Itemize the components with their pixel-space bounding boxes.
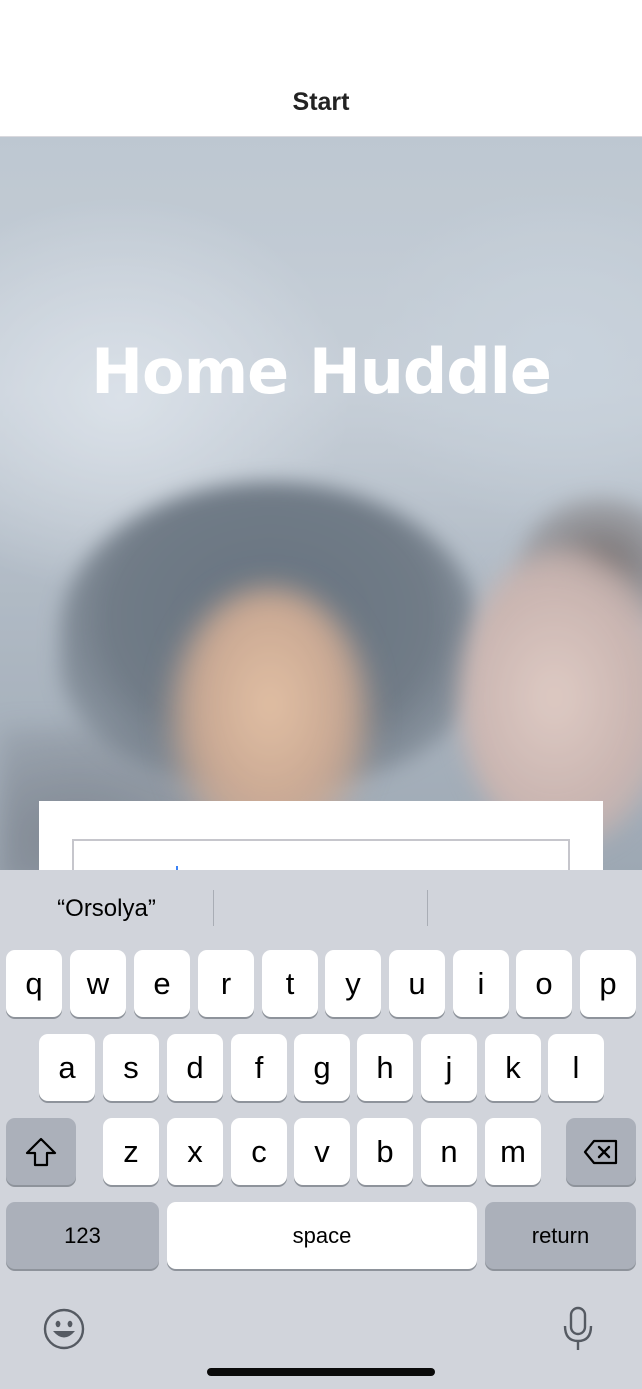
key-n[interactable]: n bbox=[421, 1118, 477, 1185]
key-z[interactable]: z bbox=[103, 1118, 159, 1185]
key-l[interactable]: l bbox=[548, 1034, 604, 1101]
shift-key[interactable] bbox=[6, 1118, 76, 1185]
key-s[interactable]: s bbox=[103, 1034, 159, 1101]
key-a[interactable]: a bbox=[39, 1034, 95, 1101]
key-j[interactable]: j bbox=[421, 1034, 477, 1101]
key-b[interactable]: b bbox=[357, 1118, 413, 1185]
microphone-icon[interactable] bbox=[556, 1304, 600, 1354]
key-r[interactable]: r bbox=[198, 950, 254, 1017]
key-f[interactable]: f bbox=[231, 1034, 287, 1101]
suggestion-1[interactable]: “Orsolya” bbox=[0, 870, 213, 946]
emoji-icon[interactable] bbox=[40, 1306, 88, 1352]
key-d[interactable]: d bbox=[167, 1034, 223, 1101]
hero-image: Home Huddle bbox=[0, 137, 642, 870]
key-e[interactable]: e bbox=[134, 950, 190, 1017]
home-indicator[interactable] bbox=[207, 1368, 435, 1376]
key-x[interactable]: x bbox=[167, 1118, 223, 1185]
key-i[interactable]: i bbox=[453, 950, 509, 1017]
keyboard: “Orsolya” q w e r t y u i o p a s d f g … bbox=[0, 870, 642, 1389]
shift-icon bbox=[25, 1137, 57, 1167]
delete-key[interactable] bbox=[566, 1118, 636, 1185]
app-title: Home Huddle bbox=[91, 335, 552, 408]
key-h[interactable]: h bbox=[357, 1034, 413, 1101]
page-title: Start bbox=[292, 88, 350, 116]
hero-overlay bbox=[0, 137, 642, 870]
key-v[interactable]: v bbox=[294, 1118, 350, 1185]
key-k[interactable]: k bbox=[485, 1034, 541, 1101]
numbers-key[interactable]: 123 bbox=[6, 1202, 159, 1269]
key-w[interactable]: w bbox=[70, 950, 126, 1017]
space-key[interactable]: space bbox=[167, 1202, 477, 1269]
key-q[interactable]: q bbox=[6, 950, 62, 1017]
key-t[interactable]: t bbox=[262, 950, 318, 1017]
key-p[interactable]: p bbox=[580, 950, 636, 1017]
key-y[interactable]: y bbox=[325, 950, 381, 1017]
backspace-icon bbox=[583, 1139, 619, 1165]
suggestion-bar: “Orsolya” bbox=[0, 870, 642, 946]
key-m[interactable]: m bbox=[485, 1118, 541, 1185]
key-o[interactable]: o bbox=[516, 950, 572, 1017]
key-c[interactable]: c bbox=[231, 1118, 287, 1185]
return-key[interactable]: return bbox=[485, 1202, 636, 1269]
suggestion-2[interactable] bbox=[214, 870, 427, 946]
key-g[interactable]: g bbox=[294, 1034, 350, 1101]
signup-card bbox=[39, 801, 603, 879]
navigation-bar: Start bbox=[0, 0, 642, 137]
key-u[interactable]: u bbox=[389, 950, 445, 1017]
suggestion-3[interactable] bbox=[428, 870, 642, 946]
